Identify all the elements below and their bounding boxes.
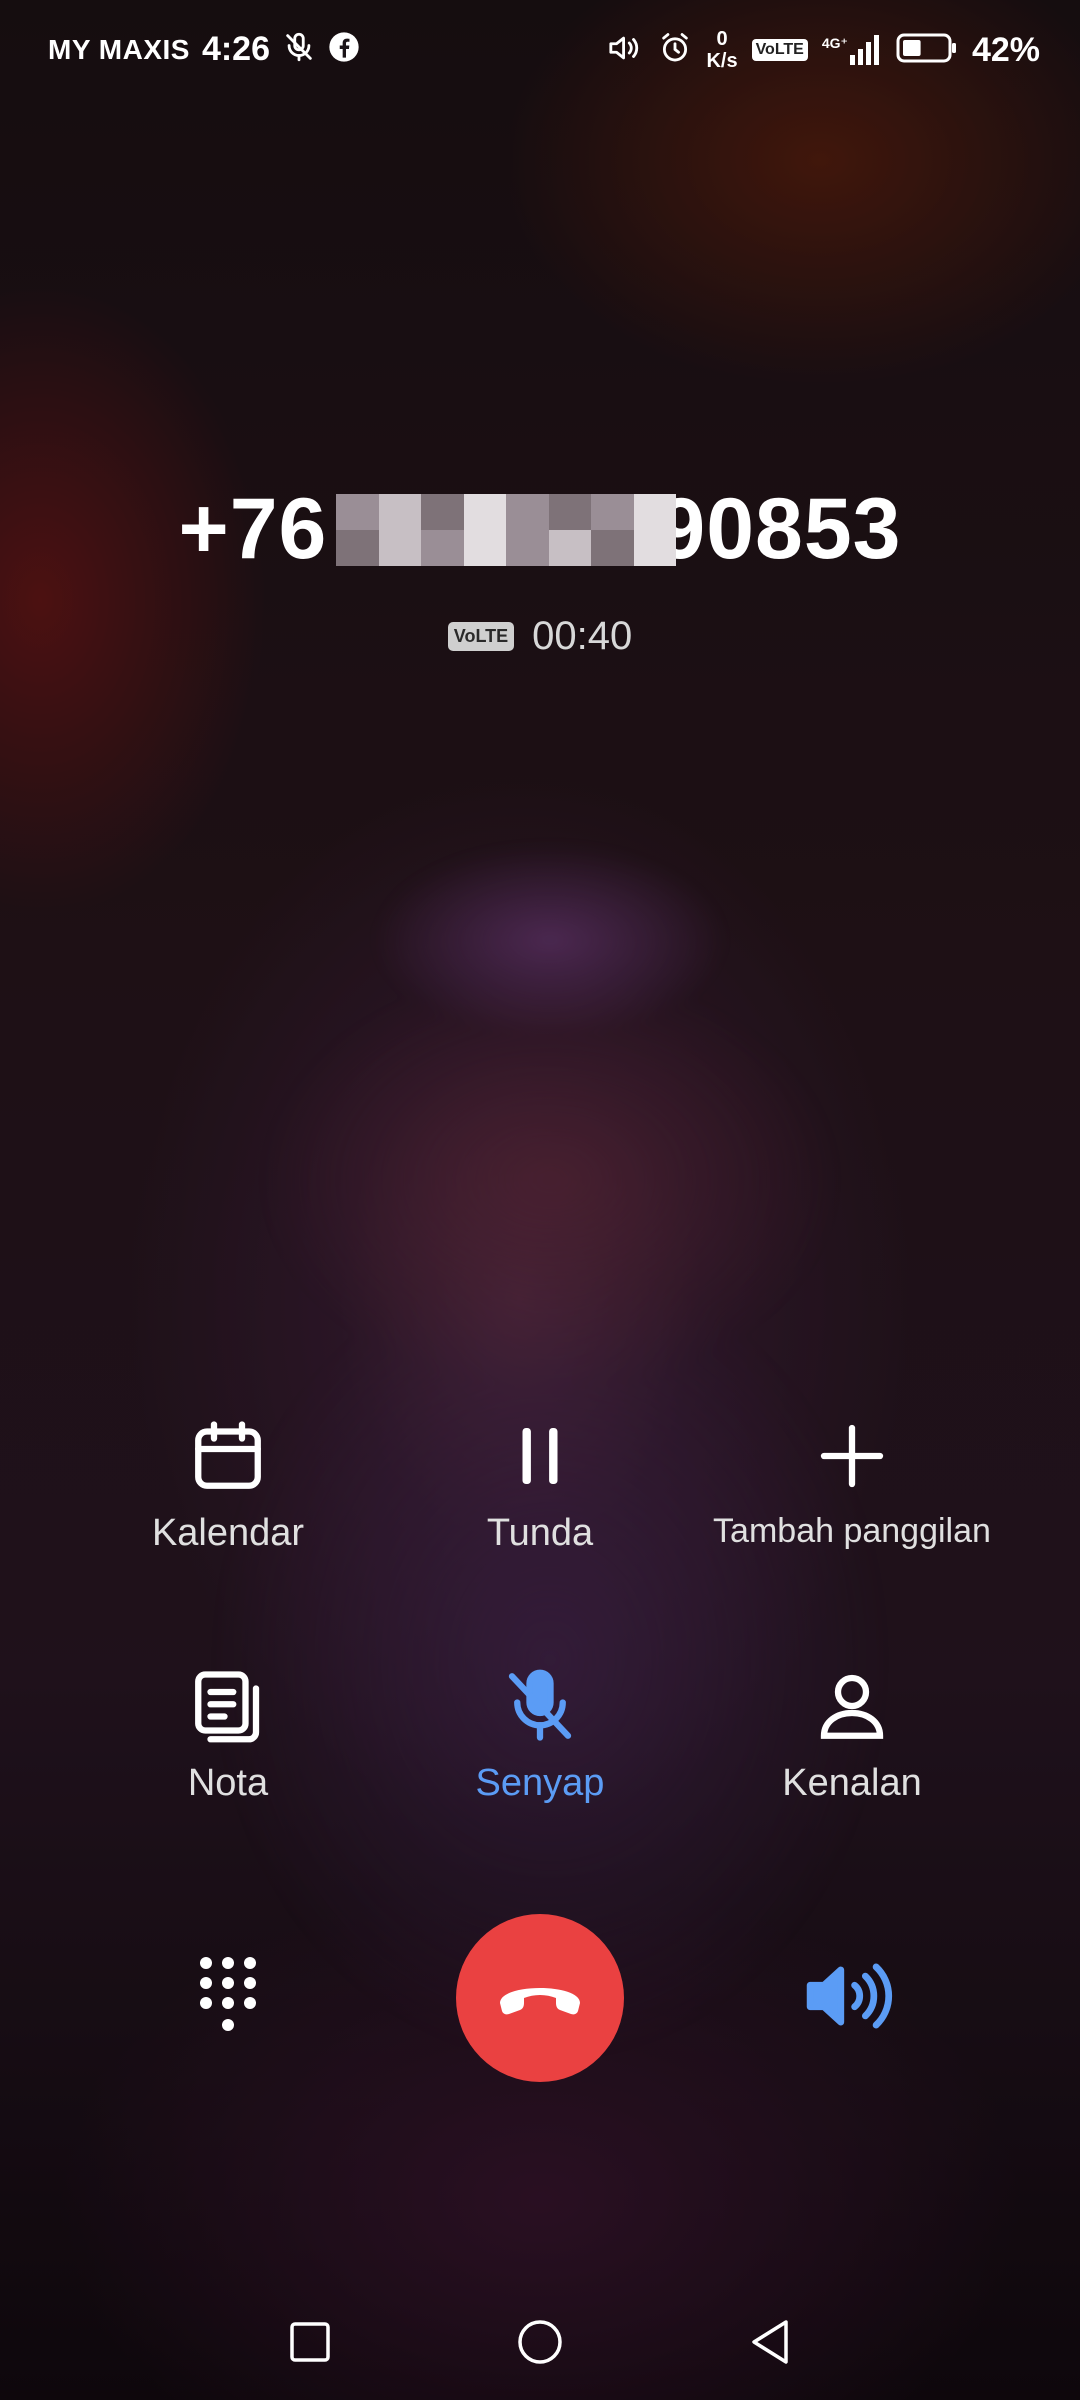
alarm-icon: [658, 31, 692, 70]
back-icon: [746, 2317, 794, 2372]
status-right: 0 K/s VoLTE 4G⁺ 42%: [606, 28, 1040, 72]
status-bar: MY MAXIS 4:26 0 K/s VoLTE 4G⁺ 42%: [0, 0, 1080, 104]
hold-button[interactable]: Tunda: [390, 1414, 690, 1555]
network-speed-value: 0: [716, 28, 728, 50]
contacts-button[interactable]: Kenalan: [702, 1664, 1002, 1805]
call-meta: VoLTE 00:40: [0, 614, 1080, 659]
recents-icon: [288, 2320, 332, 2369]
volte-status-badge: VoLTE: [751, 39, 808, 61]
contacts-label: Kenalan: [782, 1762, 922, 1804]
plus-icon: [810, 1414, 894, 1498]
pause-icon: [498, 1414, 582, 1498]
notes-button[interactable]: Nota: [78, 1664, 378, 1805]
home-icon: [515, 2317, 565, 2372]
home-button[interactable]: [510, 2314, 570, 2374]
signal-icon: 4G⁺: [822, 35, 882, 65]
status-time: 4:26: [201, 30, 271, 68]
hold-label: Tunda: [486, 1512, 594, 1554]
notes-label: Nota: [187, 1762, 269, 1804]
add-call-label: Tambah panggilan: [713, 1512, 991, 1550]
end-call-button[interactable]: [456, 1914, 624, 2082]
network-speed-unit: K/s: [706, 50, 738, 72]
network-speed: 0 K/s: [706, 28, 737, 72]
navigation-bar: [0, 2290, 1080, 2400]
battery-percent: 42%: [971, 30, 1040, 69]
caller-number-suffix: 90853: [657, 481, 902, 577]
status-left: MY MAXIS 4:26: [48, 30, 360, 69]
redacted-number-mask: [336, 494, 676, 566]
notes-icon: [186, 1664, 270, 1748]
mic-off-icon: [282, 30, 316, 69]
end-call-icon: [494, 1973, 586, 2024]
battery-icon: [896, 32, 958, 69]
mute-icon: [498, 1664, 582, 1748]
calendar-button[interactable]: Kalendar: [78, 1414, 378, 1555]
volume-icon: [606, 31, 644, 70]
call-duration: 00:40: [532, 614, 633, 658]
add-call-button[interactable]: Tambah panggilan: [702, 1414, 1002, 1551]
volte-call-tag: VoLTE: [447, 622, 515, 651]
back-button[interactable]: [740, 2314, 800, 2374]
speaker-button[interactable]: [800, 1948, 900, 2048]
mute-label: Senyap: [475, 1762, 605, 1804]
calendar-label: Kalendar: [151, 1512, 305, 1554]
network-type-label: 4G⁺: [821, 35, 848, 51]
dialpad-icon: [195, 1953, 261, 2044]
carrier-name: MY MAXIS: [48, 33, 190, 65]
speaker-icon: [804, 1956, 896, 2041]
mute-button[interactable]: Senyap: [390, 1664, 690, 1805]
recents-button[interactable]: [280, 2314, 340, 2374]
calendar-icon: [186, 1414, 270, 1498]
facebook-icon: [328, 31, 360, 68]
dialpad-button[interactable]: [180, 1940, 276, 2056]
caller-number-prefix: +76: [178, 481, 328, 577]
contact-icon: [810, 1664, 894, 1748]
